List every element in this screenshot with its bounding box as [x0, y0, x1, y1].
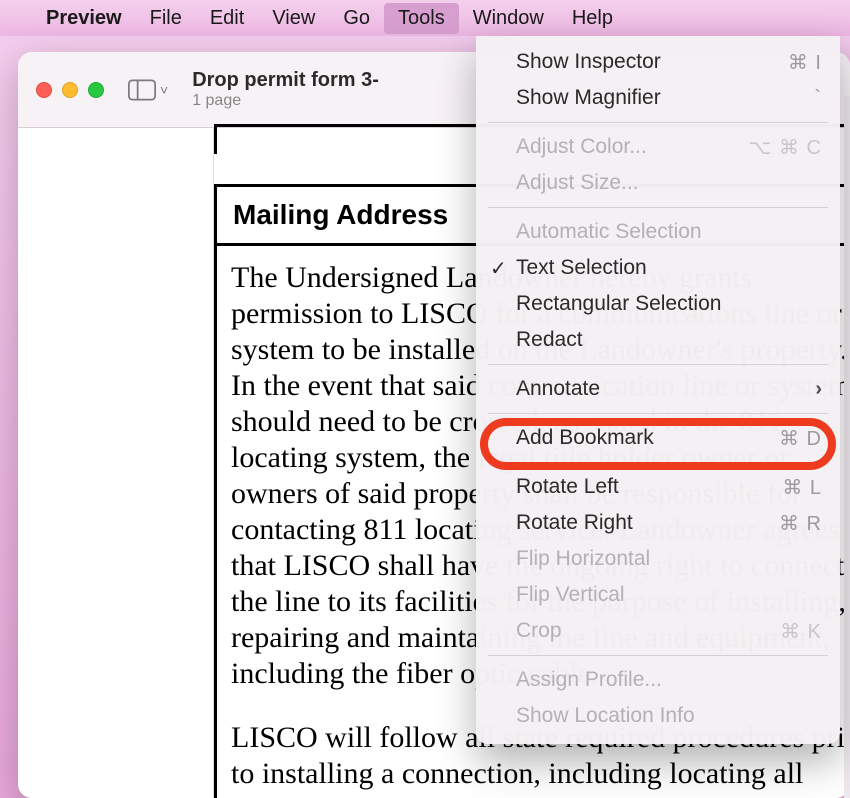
sidebar-toggle-button[interactable]: ˅ [122, 75, 174, 105]
menu-item-show-location-info: Show Location Info [476, 698, 840, 734]
menubar-tools[interactable]: Tools [384, 3, 459, 34]
menu-item-label: Rectangular Selection [516, 292, 822, 316]
document-subtitle: 1 page [192, 92, 379, 110]
document-title: Drop permit form 3- [192, 69, 379, 92]
menu-shortcut: ` [814, 87, 822, 110]
tools-menu: Show Inspector⌘ IShow Magnifier`Adjust C… [476, 36, 840, 744]
sidebar-icon [128, 79, 156, 101]
menubar-help[interactable]: Help [558, 3, 627, 34]
menubar-go[interactable]: Go [329, 3, 384, 34]
menubar-view[interactable]: View [258, 3, 329, 34]
menu-shortcut: ⌘ K [780, 619, 822, 644]
menu-item-label: Text Selection [516, 256, 822, 280]
menu-item-rotate-right[interactable]: Rotate Right⌘ R [476, 505, 840, 541]
menu-separator [488, 364, 828, 365]
menubar-file[interactable]: File [136, 3, 196, 34]
menu-item-label: Automatic Selection [516, 220, 822, 244]
menu-item-label: Adjust Color... [516, 135, 748, 159]
menu-item-label: Crop [516, 619, 780, 643]
menu-item-label: Assign Profile... [516, 668, 822, 692]
close-button[interactable] [36, 82, 52, 98]
menubar-edit[interactable]: Edit [196, 3, 258, 34]
title-block: Drop permit form 3- 1 page [192, 69, 379, 110]
menu-item-crop: Crop⌘ K [476, 613, 840, 649]
menu-shortcut: ⌘ R [779, 511, 822, 536]
menu-item-show-inspector[interactable]: Show Inspector⌘ I [476, 44, 840, 80]
menu-shortcut: ⌘ L [782, 475, 822, 500]
menubar-app[interactable]: Preview [32, 3, 136, 34]
menu-item-label: Show Inspector [516, 50, 788, 74]
chevron-down-icon: ˅ [160, 82, 168, 98]
menu-item-assign-profile: Assign Profile... [476, 662, 840, 698]
menu-separator [488, 207, 828, 208]
menu-item-label: Annotate [516, 377, 815, 401]
menu-item-label: Flip Vertical [516, 583, 822, 607]
menu-item-flip-horizontal: Flip Horizontal [476, 541, 840, 577]
menu-item-flip-vertical: Flip Vertical [476, 577, 840, 613]
menu-item-label: Rotate Right [516, 511, 779, 535]
menu-shortcut: ⌘ I [788, 50, 822, 75]
menu-item-text-selection[interactable]: Text Selection [476, 250, 840, 286]
menu-item-label: Redact [516, 328, 822, 352]
menu-item-show-magnifier[interactable]: Show Magnifier` [476, 80, 840, 116]
menu-separator [488, 655, 828, 656]
menu-separator [488, 413, 828, 414]
menu-item-rotate-left[interactable]: Rotate Left⌘ L [476, 469, 840, 505]
menu-item-label: Flip Horizontal [516, 547, 822, 571]
menu-separator [488, 122, 828, 123]
menu-item-label: Adjust Size... [516, 171, 822, 195]
traffic-lights [36, 82, 104, 98]
menu-shortcut: ⌘ D [779, 426, 822, 451]
menu-item-label: Add Bookmark [516, 426, 779, 450]
menu-item-adjust-color: Adjust Color...⌥ ⌘ C [476, 129, 840, 165]
adjacent-window-edge [844, 96, 850, 798]
menubar-window[interactable]: Window [459, 3, 558, 34]
menu-item-rectangular-selection[interactable]: Rectangular Selection [476, 286, 840, 322]
menu-item-annotate[interactable]: Annotate› [476, 371, 840, 407]
menu-item-label: Rotate Left [516, 475, 782, 499]
menu-item-label: Show Location Info [516, 704, 822, 728]
menu-item-label: Show Magnifier [516, 86, 814, 110]
minimize-button[interactable] [62, 82, 78, 98]
menu-item-adjust-size: Adjust Size... [476, 165, 840, 201]
menu-item-automatic-selection: Automatic Selection [476, 214, 840, 250]
menubar: Preview File Edit View Go Tools Window H… [0, 0, 850, 36]
zoom-button[interactable] [88, 82, 104, 98]
menu-shortcut: ⌥ ⌘ C [748, 135, 822, 160]
menu-item-add-bookmark[interactable]: Add Bookmark⌘ D [476, 420, 840, 456]
menu-item-redact[interactable]: Redact [476, 322, 840, 358]
chevron-right-icon: › [815, 378, 822, 401]
thumbnail-sidebar[interactable] [18, 128, 214, 798]
menu-separator [488, 462, 828, 463]
